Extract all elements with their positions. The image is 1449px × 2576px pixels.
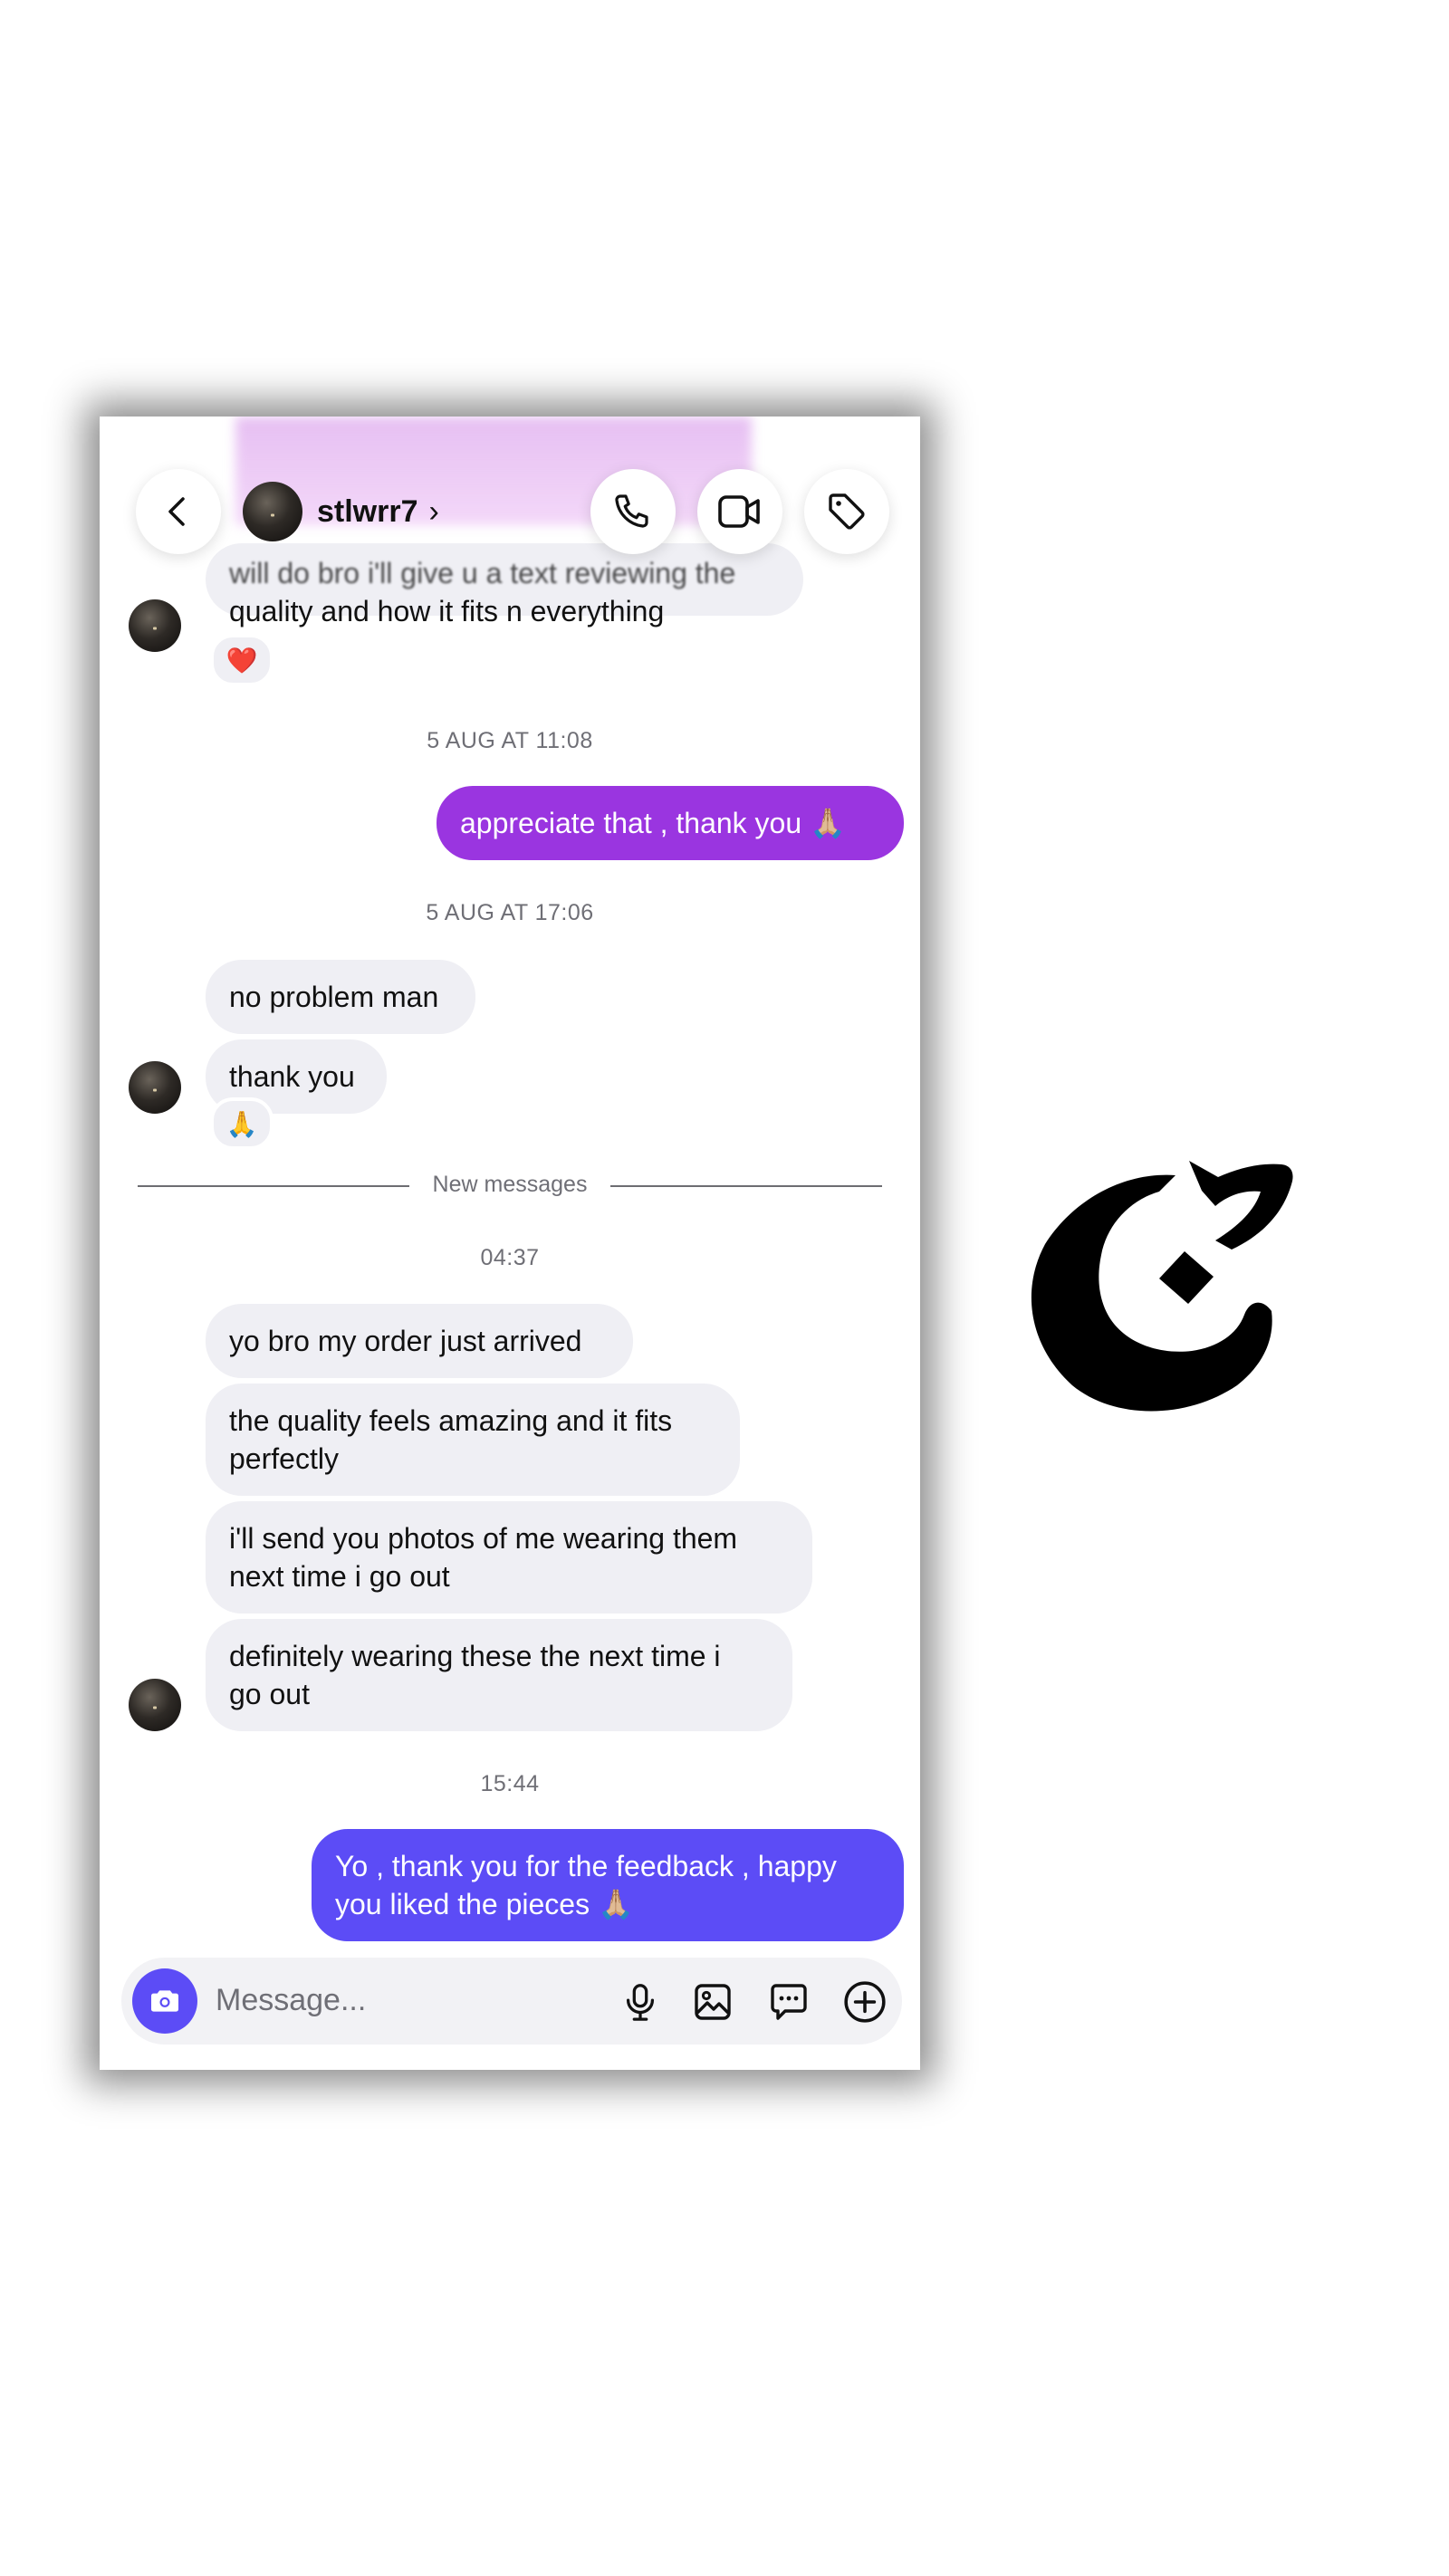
voice-call-button[interactable] (590, 469, 676, 554)
incoming-message-bubble[interactable]: definitely wearing these the next time i… (206, 1619, 792, 1731)
video-call-button[interactable] (697, 469, 782, 554)
message-text: you liked the pieces 🙏🏼 (335, 1888, 634, 1920)
timestamp: 15:44 (480, 1771, 540, 1796)
incoming-message-bubble[interactable]: no problem man (206, 960, 475, 1034)
more-options-button[interactable] (842, 1979, 888, 2025)
brand-logo (1031, 1161, 1293, 1412)
sticker-chat-icon (771, 1984, 807, 2020)
back-arrow-icon (168, 497, 185, 526)
contact-username: stlwrr7 (317, 493, 418, 529)
timestamp: 04:37 (480, 1245, 540, 1270)
message-text: the quality feels amazing and it fits (229, 1404, 673, 1437)
message-text: go out (229, 1678, 310, 1710)
camera-icon (151, 1990, 178, 2012)
contact-header[interactable]: stlwrr7 › (243, 480, 439, 543)
tag-button[interactable] (804, 469, 889, 554)
tag-icon (829, 493, 865, 530)
contact-avatar[interactable] (129, 1061, 181, 1114)
contact-avatar (243, 482, 302, 541)
message-input[interactable]: Message... (216, 1983, 366, 2018)
incoming-message-bubble[interactable]: yo bro my order just arrived (206, 1304, 633, 1378)
chevron-right-icon: › (428, 493, 439, 529)
timestamp: 5 AUG AT 17:06 (426, 900, 594, 925)
contact-avatar[interactable] (129, 599, 181, 652)
video-camera-icon (718, 495, 760, 528)
plus-circle-icon (844, 1981, 886, 2023)
message-text: quality and how it fits n everything (229, 595, 665, 627)
phone-icon (615, 494, 648, 528)
message-text: will do bro i'll give u a text reviewing… (229, 557, 736, 589)
chat-window: will do bro i'll give u a text reviewing… (100, 417, 920, 2070)
incoming-message-bubble[interactable]: i'll send you photos of me wearing them … (206, 1501, 812, 1614)
incoming-message-bubble[interactable]: the quality feels amazing and it fits pe… (206, 1384, 740, 1496)
gallery-button[interactable] (690, 1979, 735, 2025)
timestamp: 5 AUG AT 11:08 (427, 728, 593, 753)
divider-right (610, 1185, 882, 1187)
incoming-message-bubble[interactable]: will do bro i'll give u a text reviewing… (206, 543, 803, 627)
camera-button[interactable] (132, 1968, 197, 2034)
message-composer: Message... (121, 1958, 902, 2045)
outgoing-message-bubble[interactable]: Yo , thank you for the feedback , happy … (312, 1829, 904, 1941)
sticker-button[interactable] (766, 1979, 811, 2025)
message-text: i'll send you photos of me wearing them (229, 1522, 738, 1555)
contact-avatar[interactable] (129, 1679, 181, 1731)
back-button[interactable] (136, 469, 221, 554)
microphone-icon (626, 1984, 655, 2021)
message-text: next time i go out (229, 1560, 450, 1593)
outgoing-message-bubble[interactable]: appreciate that , thank you 🙏🏼 (437, 786, 904, 860)
heart-reaction[interactable]: ❤️ (210, 634, 273, 686)
message-text: definitely wearing these the next time i (229, 1640, 721, 1672)
image-icon (695, 1984, 731, 2020)
voice-message-button[interactable] (618, 1979, 663, 2025)
pray-reaction[interactable]: 🙏 (210, 1097, 273, 1150)
message-text: Yo , thank you for the feedback , happy (335, 1850, 837, 1882)
message-text: perfectly (229, 1442, 339, 1475)
